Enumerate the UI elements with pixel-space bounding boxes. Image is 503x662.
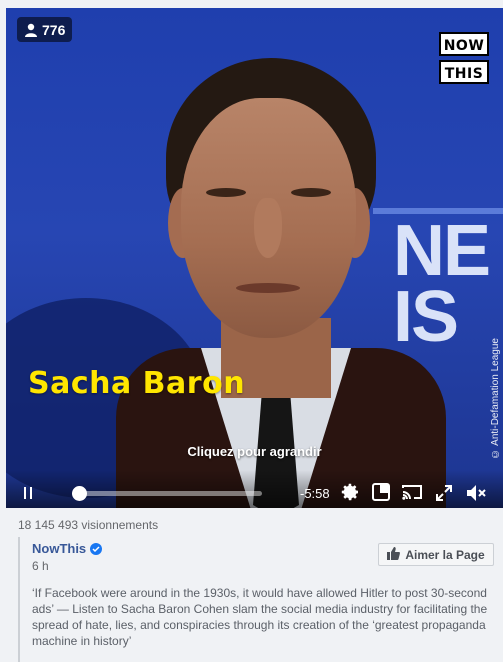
post-timestamp[interactable]: 6 h	[32, 559, 49, 573]
progress-track[interactable]	[76, 491, 262, 496]
author-name[interactable]: NowThis	[32, 541, 86, 556]
viewer-count: 776	[42, 21, 66, 38]
post-author[interactable]: NowThis	[32, 541, 103, 556]
video-caption: Sacha Baron	[28, 366, 246, 401]
speaker-mouth	[236, 283, 300, 293]
mute-icon[interactable]	[466, 484, 488, 502]
speaker-nose	[254, 198, 282, 258]
logo-line-1: NOW	[439, 32, 489, 56]
progress-knob[interactable]	[72, 486, 88, 501]
fullscreen-icon[interactable]	[436, 485, 452, 501]
cast-icon[interactable]	[402, 484, 422, 500]
speaker-eye-left	[206, 188, 246, 197]
view-count: 18 145 493 visionnements	[18, 518, 159, 532]
gear-icon[interactable]	[340, 482, 360, 502]
nowthis-logo: NOW THIS	[439, 32, 489, 84]
verified-badge-icon	[90, 542, 103, 555]
speaker-figure	[116, 48, 446, 508]
pause-icon[interactable]	[22, 486, 34, 500]
thumbs-up-icon	[387, 546, 401, 563]
like-page-button[interactable]: Aimer la Page	[378, 543, 494, 566]
like-page-label: Aimer la Page	[405, 547, 485, 562]
video-credit: © Anti-Defamation League	[490, 338, 501, 460]
logo-line-2: THIS	[439, 60, 489, 84]
video-controls: -5:58	[6, 470, 503, 508]
speaker-eye-right	[291, 188, 331, 197]
enlarge-hint[interactable]: Cliquez pour agrandir	[6, 444, 503, 459]
live-viewer-badge: 776	[17, 17, 73, 42]
video-post: NE IS 776 NOW THIS Sacha Baron © Anti-De…	[0, 0, 503, 662]
person-icon	[24, 23, 38, 37]
video-player[interactable]: NE IS 776 NOW THIS Sacha Baron © Anti-De…	[6, 8, 503, 508]
post-body: NowThis 6 h Aimer la Page ‘If Facebook w…	[18, 537, 503, 662]
picture-in-picture-icon[interactable]	[372, 483, 390, 501]
post-text: ‘If Facebook were around in the 1930s, i…	[32, 586, 488, 648]
time-remaining: -5:58	[300, 486, 330, 501]
